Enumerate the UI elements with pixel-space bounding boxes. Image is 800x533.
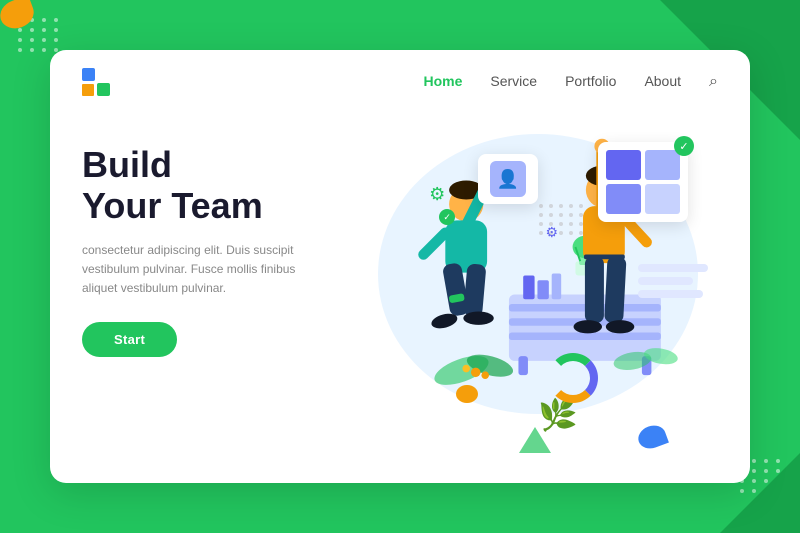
check-badge-small: ✓ [439, 209, 455, 225]
bar-3 [638, 290, 703, 298]
hero-description: consectetur adipiscing elit. Duis suscip… [82, 241, 302, 299]
navbar: Home Service Portfolio About ⌕ [50, 50, 750, 114]
dashboard-square-3 [606, 184, 641, 214]
hero-title: Build Your Team [82, 144, 349, 227]
nav-link-home[interactable]: Home [423, 73, 462, 89]
search-icon[interactable]: ⌕ [709, 73, 718, 90]
check-badge-dashboard: ✓ [674, 136, 694, 156]
float-bars [638, 264, 708, 303]
start-button[interactable]: Start [82, 322, 177, 357]
float-profile-card: 👤 [478, 154, 538, 204]
nav-link-about[interactable]: About [644, 73, 681, 89]
logo-icon [82, 68, 110, 96]
logo [82, 68, 110, 96]
triangle-decoration [519, 427, 551, 453]
nav-link-portfolio[interactable]: Portfolio [565, 73, 616, 89]
dashboard-square-2 [645, 150, 680, 180]
gear-icon-small: ⚙ [545, 224, 558, 241]
main-card: Home Service Portfolio About ⌕ Build You… [50, 50, 750, 483]
nav-links: Home Service Portfolio About ⌕ [423, 73, 718, 91]
logo-sq1 [82, 68, 95, 81]
profile-picture: 👤 [490, 161, 526, 197]
logo-sq3 [82, 84, 94, 96]
hero-illustration: ⚙ ⚙ ✓ 👤 ✓ [349, 124, 718, 483]
nav-link-service[interactable]: Service [490, 73, 537, 89]
hero-section: Build Your Team consectetur adipiscing e… [50, 114, 750, 483]
gear-icon-large: ⚙ [429, 184, 445, 205]
bar-1 [638, 264, 708, 272]
crescent-decoration [456, 385, 478, 403]
pie-chart [548, 353, 598, 403]
bar-2 [638, 277, 693, 285]
dashboard-square-1 [606, 150, 641, 180]
hero-left: Build Your Team consectetur adipiscing e… [82, 124, 349, 483]
logo-sq2 [97, 83, 110, 96]
float-dashboard-card [598, 142, 688, 222]
dashboard-square-4 [645, 184, 680, 214]
crescent-blue-decoration [635, 422, 669, 452]
